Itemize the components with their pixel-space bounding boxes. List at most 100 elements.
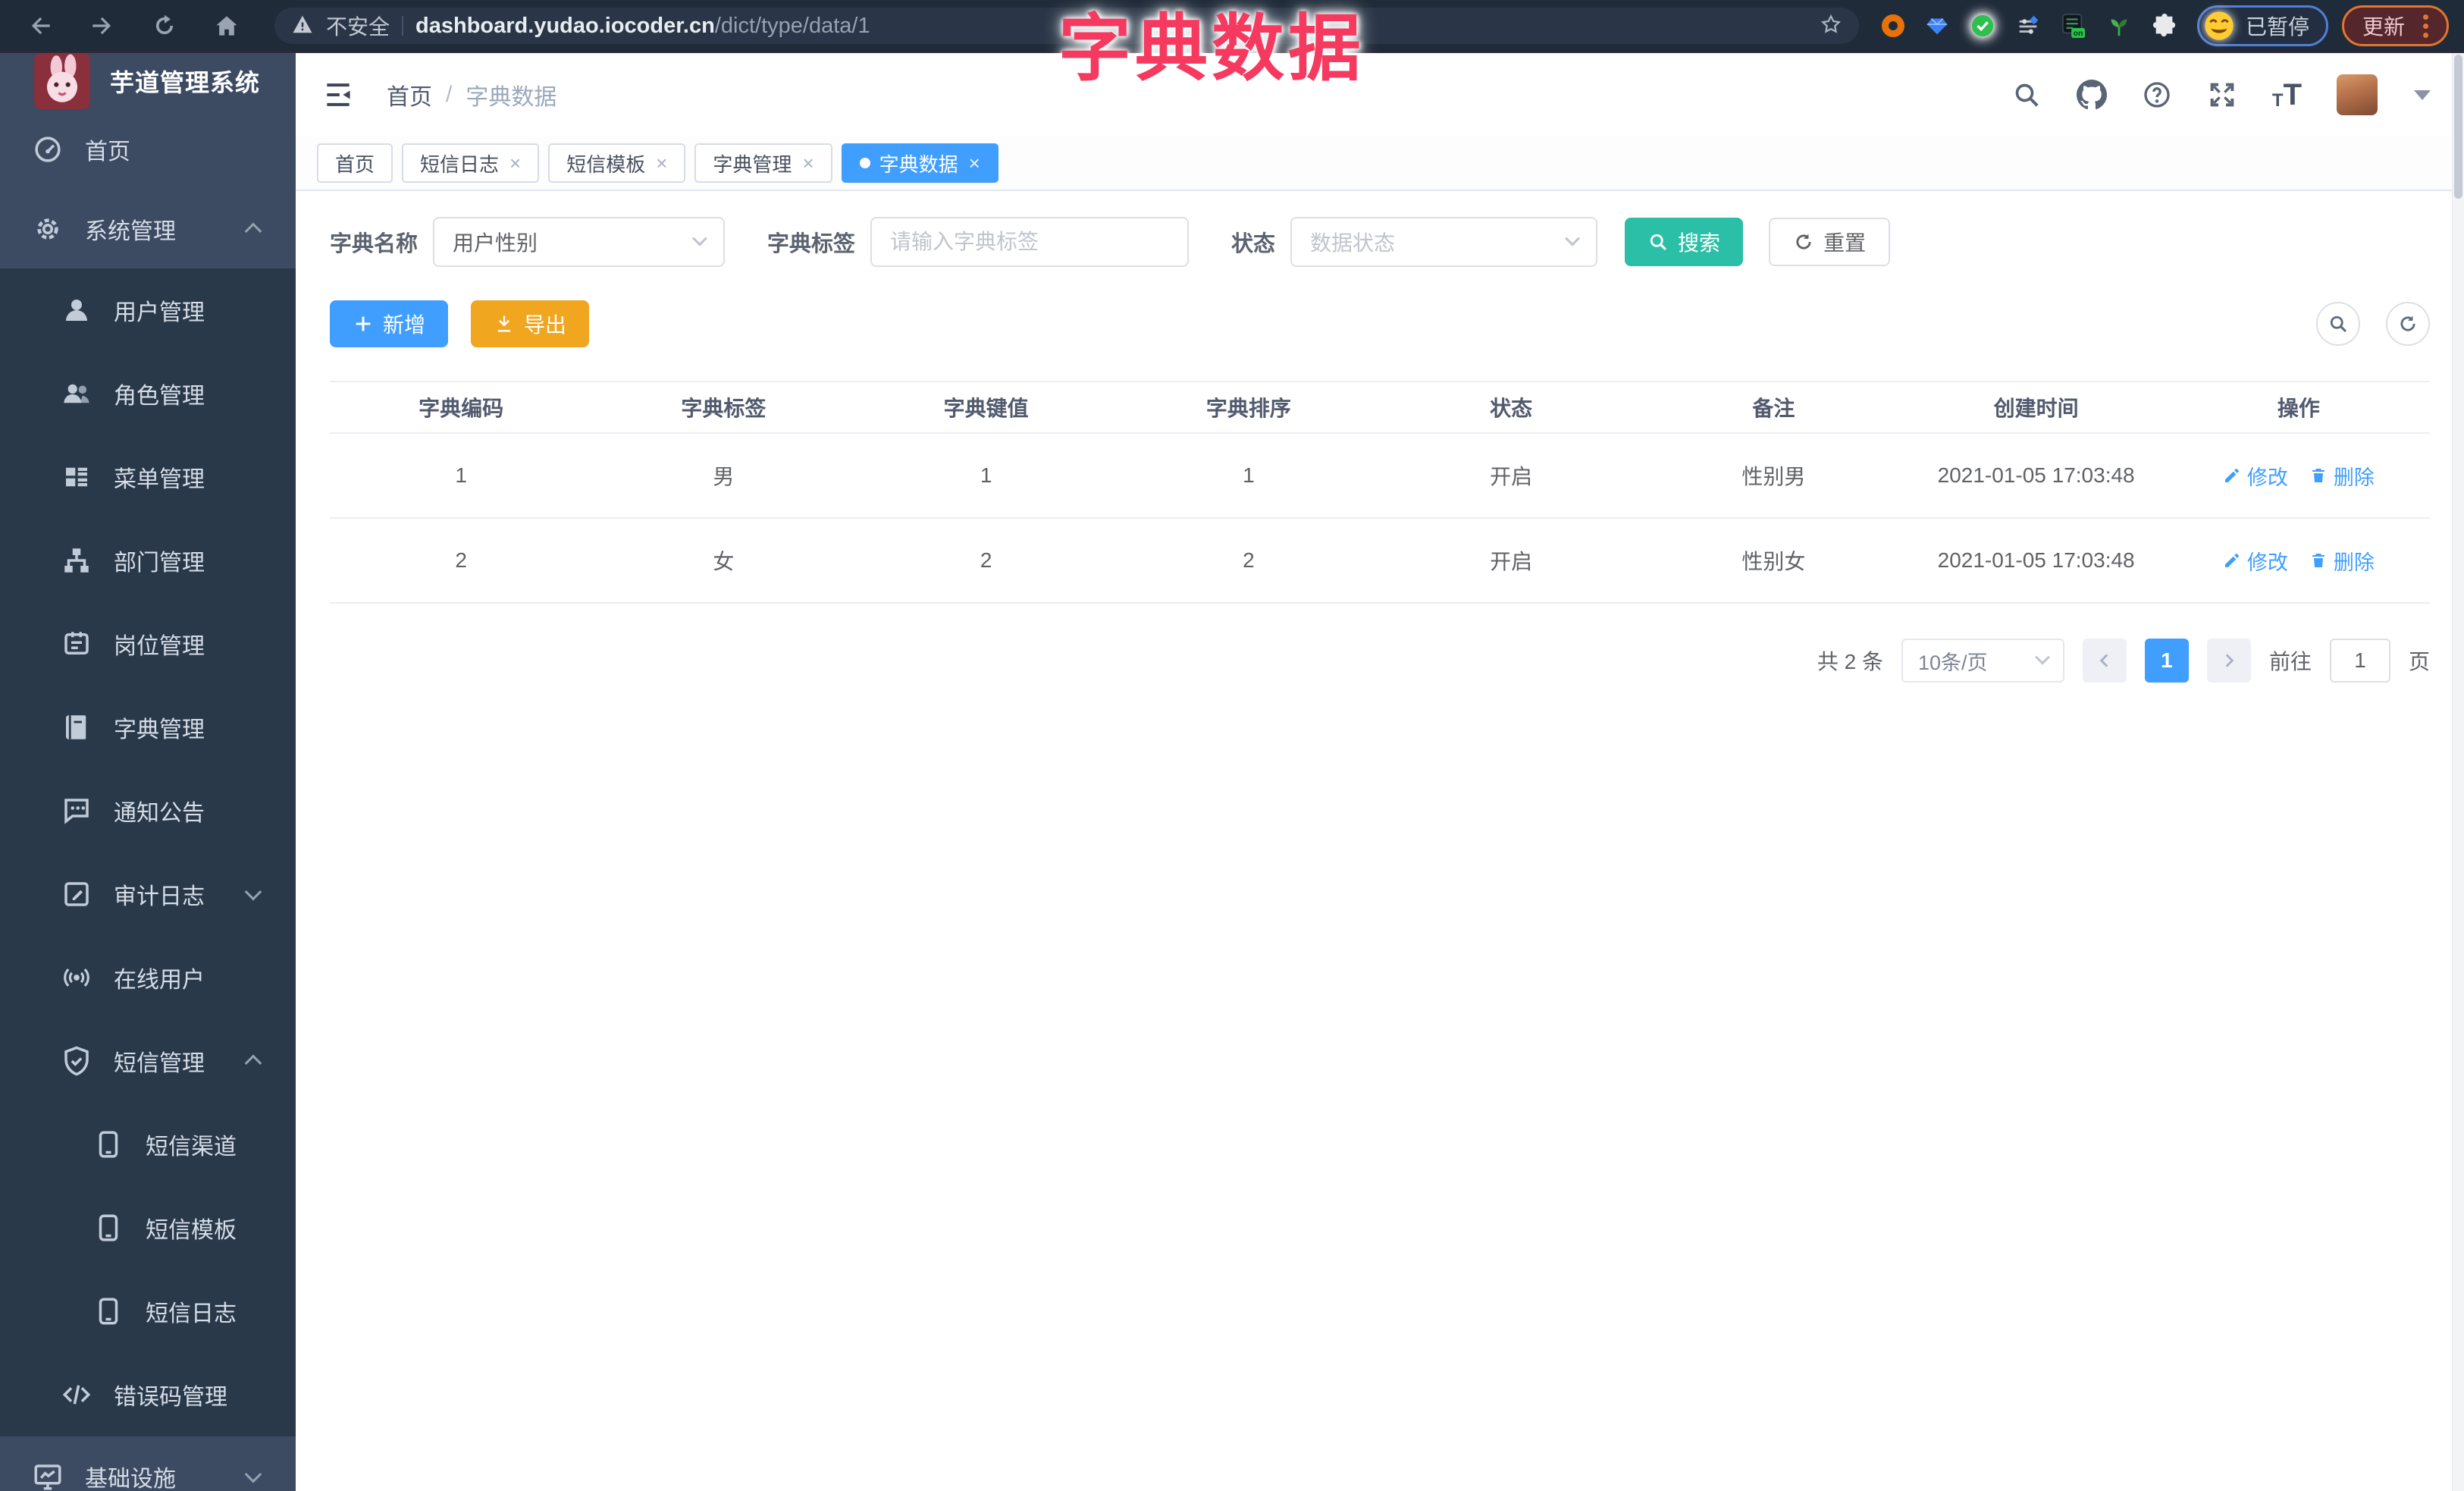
tab-首页[interactable]: 首页 bbox=[317, 143, 393, 183]
edit-link[interactable]: 修改 bbox=[2223, 546, 2288, 576]
extension-donut-icon[interactable] bbox=[1881, 14, 1904, 37]
bookmark-star-icon[interactable] bbox=[1820, 13, 1842, 39]
table-header-row: 字典编码 字典标签 字典键值 字典排序 状态 备注 创建时间 操作 bbox=[330, 381, 2430, 434]
sidebar-item-dept-management[interactable]: 部门管理 bbox=[0, 519, 296, 602]
page-size-select[interactable]: 10条/页 bbox=[1901, 639, 2064, 683]
reset-button[interactable]: 重置 bbox=[1769, 218, 1891, 266]
list-icon bbox=[61, 461, 92, 493]
font-size-icon[interactable]: TT bbox=[2272, 80, 2302, 110]
chevron-down-icon[interactable] bbox=[2414, 89, 2431, 100]
cell-actions: 修改 删除 bbox=[2167, 433, 2430, 519]
help-icon[interactable] bbox=[2142, 80, 2172, 110]
extension-plant-icon[interactable] bbox=[2106, 13, 2132, 39]
broadcast-icon bbox=[61, 962, 92, 993]
sidebar-item-dict-management[interactable]: 字典管理 bbox=[0, 686, 296, 769]
tab-短信模板[interactable]: 短信模板 × bbox=[548, 143, 686, 183]
main-area: 首页 / 字典数据 TT 首页 短信日志 × 短信模板 × 字典管理 × 字典数据 × bbox=[296, 53, 2464, 1491]
add-button[interactable]: 新增 bbox=[330, 300, 449, 347]
close-icon[interactable]: × bbox=[656, 152, 667, 175]
users-icon bbox=[61, 378, 92, 410]
tab-字典管理[interactable]: 字典管理 × bbox=[694, 143, 832, 183]
delete-link[interactable]: 删除 bbox=[2309, 546, 2375, 576]
extension-tune-icon[interactable] bbox=[2015, 13, 2041, 39]
sidebar-item-online-users[interactable]: 在线用户 bbox=[0, 936, 296, 1019]
refresh-icon[interactable] bbox=[2386, 302, 2430, 346]
edit-link[interactable]: 修改 bbox=[2223, 461, 2288, 491]
sidebar-item-notice-announcement[interactable]: 通知公告 bbox=[0, 769, 296, 852]
back-icon[interactable] bbox=[26, 11, 55, 40]
home-icon[interactable] bbox=[212, 11, 241, 40]
user-icon bbox=[61, 294, 92, 326]
sidebar-item-infrastructure[interactable]: 基础设施 bbox=[0, 1436, 296, 1491]
status-select[interactable]: 数据状态 bbox=[1290, 217, 1598, 267]
sidebar-menu: 首页 系统管理 用户管理 角色管理 菜单管理 部门管理 岗位管理 字典管理 通知公告 审计日志 在线… bbox=[0, 109, 296, 1491]
breadcrumb: 首页 / 字典数据 bbox=[387, 78, 556, 111]
sidebar-item-menu-management[interactable]: 菜单管理 bbox=[0, 435, 296, 519]
sidebar-item-system-management[interactable]: 系统管理 bbox=[0, 189, 296, 268]
message-icon bbox=[61, 795, 92, 827]
sidebar-item-audit-log[interactable]: 审计日志 bbox=[0, 852, 296, 936]
table-toolbar: 新增 导出 bbox=[330, 300, 2430, 347]
sidebar-item-sms-management[interactable]: 短信管理 bbox=[0, 1019, 296, 1103]
shield-check-icon bbox=[61, 1045, 92, 1077]
user-avatar[interactable] bbox=[2337, 74, 2378, 115]
sidebar-item-sms-channel[interactable]: 短信渠道 bbox=[0, 1103, 296, 1186]
extension-gem-icon[interactable] bbox=[1924, 13, 1950, 39]
sidebar-item-user-management[interactable]: 用户管理 bbox=[0, 268, 296, 352]
forward-icon[interactable] bbox=[88, 11, 117, 40]
tab-字典数据[interactable]: 字典数据 × bbox=[841, 143, 998, 183]
sidebar-collapse-icon[interactable] bbox=[321, 78, 355, 111]
tab-短信日志[interactable]: 短信日志 × bbox=[402, 143, 540, 183]
reload-icon[interactable] bbox=[150, 11, 179, 40]
search-icon[interactable] bbox=[2011, 80, 2042, 110]
export-button[interactable]: 导出 bbox=[471, 300, 590, 347]
url-text: dashboard.yudao.iocoder.cn/dict/type/dat… bbox=[415, 13, 870, 38]
github-icon[interactable] bbox=[2076, 80, 2107, 110]
goto-page-input[interactable] bbox=[2329, 639, 2390, 683]
close-icon[interactable]: × bbox=[969, 152, 980, 175]
page-number-button[interactable]: 1 bbox=[2144, 639, 2189, 683]
extension-on-icon[interactable]: on bbox=[2061, 13, 2086, 39]
delete-link[interactable]: 删除 bbox=[2309, 461, 2375, 491]
monitor-icon bbox=[32, 1461, 64, 1491]
extensions-puzzle-icon[interactable] bbox=[2152, 13, 2177, 39]
column-header: 字典标签 bbox=[592, 381, 855, 434]
sidebar-item-home[interactable]: 首页 bbox=[0, 109, 296, 189]
phone-icon bbox=[92, 1128, 124, 1160]
window-scrollbar[interactable] bbox=[2452, 53, 2464, 1491]
badge-icon bbox=[61, 628, 92, 660]
sidebar-item-sms-template[interactable]: 短信模板 bbox=[0, 1186, 296, 1270]
column-header: 字典编码 bbox=[330, 381, 593, 434]
chevron-left-icon bbox=[2099, 654, 2108, 667]
breadcrumb-home[interactable]: 首页 bbox=[387, 78, 432, 111]
toggle-search-icon[interactable] bbox=[2316, 302, 2360, 346]
sidebar-item-role-management[interactable]: 角色管理 bbox=[0, 352, 296, 435]
cell-label: 男 bbox=[592, 433, 855, 519]
avatar-emoji-icon bbox=[2205, 11, 2234, 40]
chevron-down-icon bbox=[244, 1465, 262, 1483]
dict-name-select[interactable]: 用户性别 bbox=[433, 217, 726, 267]
header-actions: TT bbox=[2011, 74, 2431, 115]
filter-form: 字典名称 用户性别 字典标签 状态 数据状态 bbox=[330, 217, 2430, 267]
app-logo[interactable]: 芋道管理系统 bbox=[0, 53, 296, 109]
search-button[interactable]: 搜索 bbox=[1625, 218, 1744, 266]
table-row: 2 女 2 2 开启 性别女 2021-01-05 17:03:48 修改 删除 bbox=[330, 518, 2430, 604]
edit-square-icon bbox=[61, 878, 92, 910]
close-icon[interactable]: × bbox=[509, 152, 521, 175]
next-page-button[interactable] bbox=[2206, 639, 2251, 683]
sidebar-item-sms-log[interactable]: 短信日志 bbox=[0, 1270, 296, 1353]
fullscreen-icon[interactable] bbox=[2207, 80, 2237, 110]
extension-check-icon[interactable] bbox=[1970, 13, 1995, 39]
close-icon[interactable]: × bbox=[802, 152, 813, 175]
sidebar-item-post-management[interactable]: 岗位管理 bbox=[0, 602, 296, 686]
browser-update-button[interactable]: 更新 bbox=[2341, 5, 2449, 46]
profile-paused-chip[interactable]: 已暂停 bbox=[2196, 5, 2328, 46]
browser-menu-icon[interactable] bbox=[2423, 14, 2428, 38]
sidebar-item-error-code-management[interactable]: 错误码管理 bbox=[0, 1353, 296, 1436]
svg-text:on: on bbox=[2074, 30, 2083, 38]
dict-label-input[interactable] bbox=[890, 230, 1170, 254]
scrollbar-thumb[interactable] bbox=[2454, 55, 2462, 199]
search-icon bbox=[1650, 234, 1667, 250]
column-header: 操作 bbox=[2167, 381, 2430, 434]
prev-page-button[interactable] bbox=[2082, 639, 2127, 683]
